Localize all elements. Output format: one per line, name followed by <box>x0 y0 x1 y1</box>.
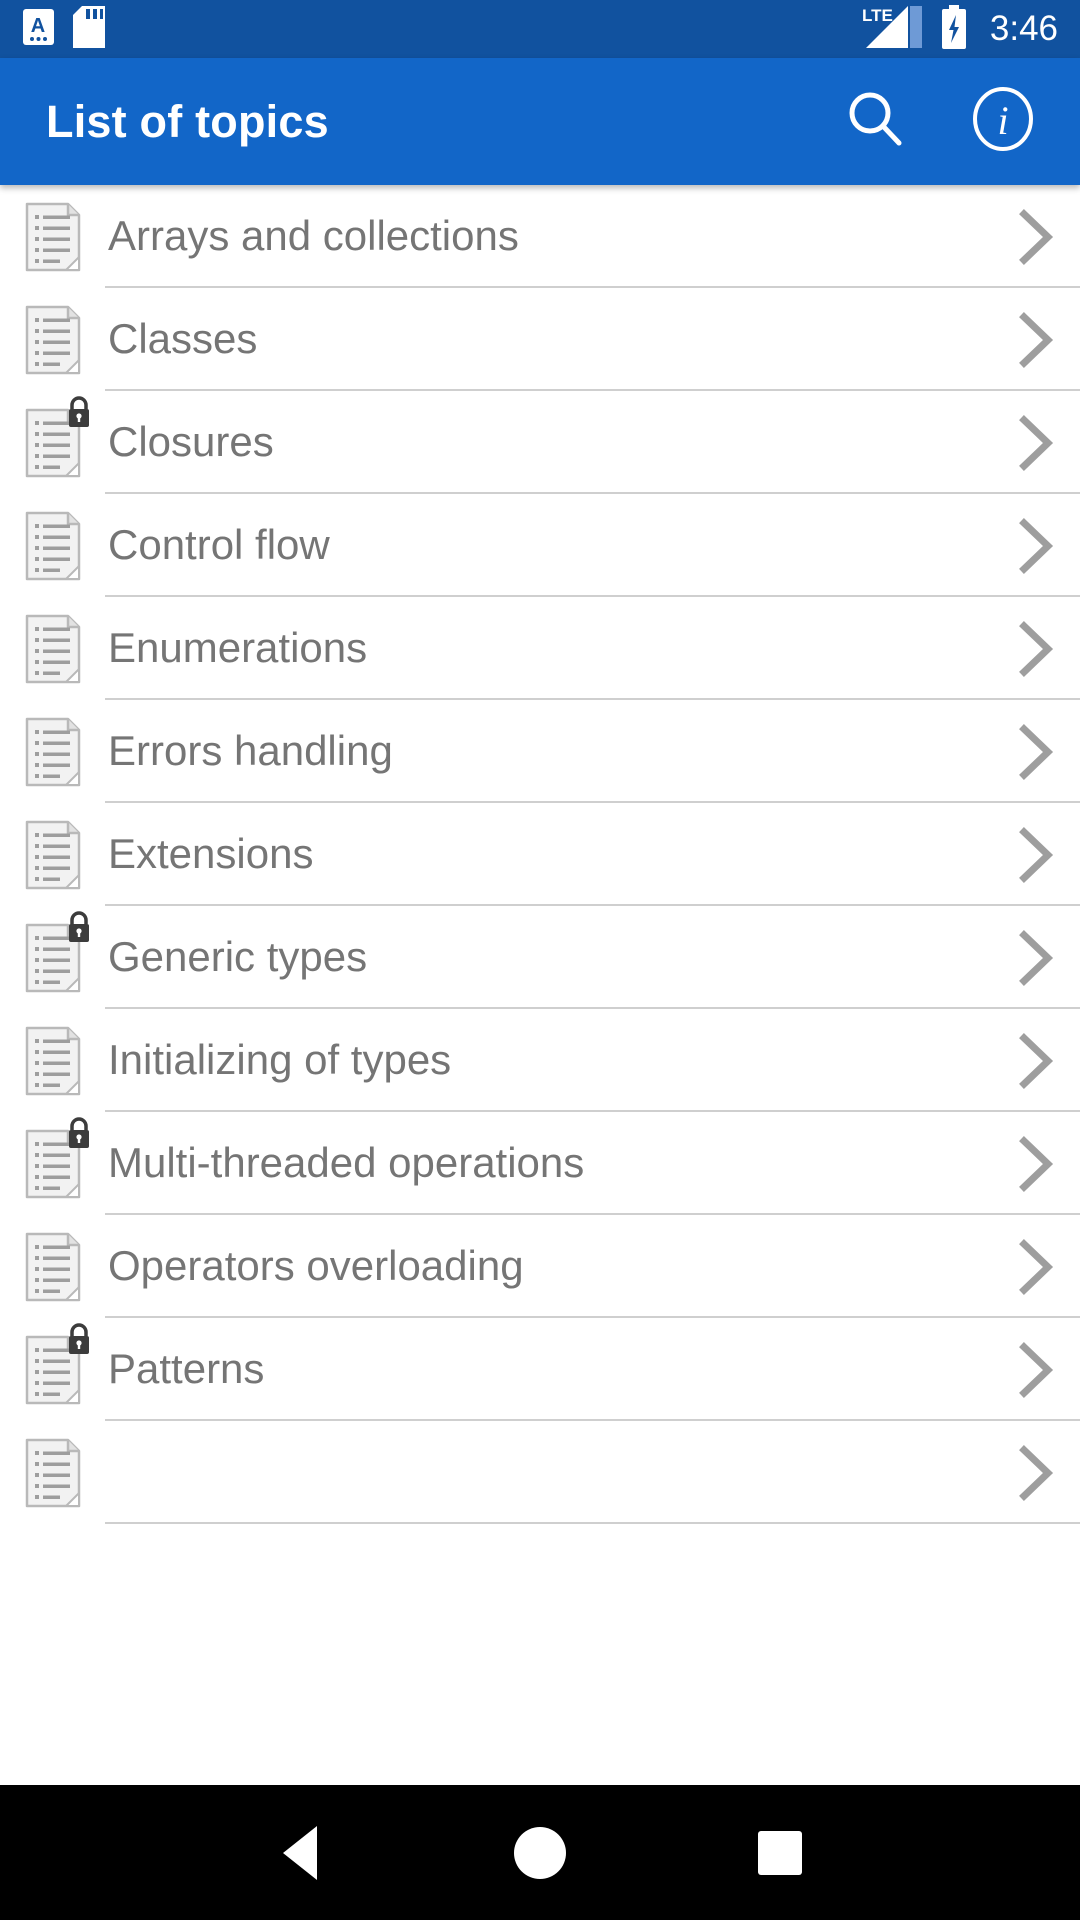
list-divider <box>105 1522 1080 1524</box>
search-button[interactable] <box>842 89 908 155</box>
list-item[interactable]: Errors handling <box>0 700 1080 803</box>
lock-icon <box>64 1116 94 1150</box>
status-bar-left-icons: A <box>22 5 105 53</box>
search-icon <box>844 88 906 155</box>
list-item[interactable]: Arrays and collections <box>0 185 1080 288</box>
list-item[interactable]: Operators overloading <box>0 1215 1080 1318</box>
sd-card-icon <box>73 5 105 53</box>
list-item[interactable]: Closures <box>0 391 1080 494</box>
chevron-right-icon <box>1014 929 1058 987</box>
home-circle-icon <box>514 1826 566 1879</box>
chevron-right-icon <box>1014 1032 1058 1090</box>
chevron-right-icon <box>1014 826 1058 884</box>
chevron-right-icon <box>1014 1238 1058 1296</box>
list-item-label: Errors handling <box>108 727 393 775</box>
recents-square-icon <box>758 1830 802 1875</box>
list-item[interactable]: Classes <box>0 288 1080 391</box>
phone-screen: A LTE 3:46 List of topics i Arrays and c… <box>0 0 1080 1920</box>
document-icon <box>24 395 89 479</box>
list-item[interactable] <box>0 1421 1080 1524</box>
list-item-label: Enumerations <box>108 624 368 672</box>
document-icon <box>24 716 82 788</box>
svg-text:A: A <box>31 15 45 37</box>
document-icon <box>24 613 82 685</box>
chevron-right-icon <box>1014 620 1058 678</box>
list-item-label: Control flow <box>108 521 330 569</box>
list-item[interactable]: Generic types <box>0 906 1080 1009</box>
list-item[interactable]: Patterns <box>0 1318 1080 1421</box>
status-bar: A LTE 3:46 <box>0 0 1080 58</box>
list-item-label: Multi-threaded operations <box>108 1139 585 1187</box>
input-method-a-icon: A <box>22 8 55 51</box>
document-icon <box>24 1231 82 1303</box>
chevron-right-icon <box>1014 1444 1058 1502</box>
list-item-label: Closures <box>108 418 274 466</box>
chevron-right-icon <box>1014 208 1058 266</box>
document-icon <box>24 1322 89 1406</box>
list-item-label: Arrays and collections <box>108 212 519 260</box>
battery-charging-icon <box>940 4 968 54</box>
document-icon <box>24 1025 82 1097</box>
list-item[interactable]: Control flow <box>0 494 1080 597</box>
info-circle-icon: i <box>970 86 1036 157</box>
list-item-label: Extensions <box>108 830 314 878</box>
lock-icon <box>64 1322 94 1356</box>
status-bar-right-icons: LTE 3:46 <box>860 0 1058 58</box>
chevron-right-icon <box>1014 311 1058 369</box>
lte-signal-icon: LTE <box>860 4 926 55</box>
status-bar-clock: 3:46 <box>989 9 1058 48</box>
nav-back-button[interactable] <box>180 1785 420 1920</box>
document-icon <box>24 201 82 273</box>
svg-text:LTE: LTE <box>862 6 893 25</box>
nav-recents-button[interactable] <box>660 1785 900 1920</box>
chevron-right-icon <box>1014 1135 1058 1193</box>
chevron-right-icon <box>1014 414 1058 472</box>
lock-icon <box>64 910 94 944</box>
svg-text:i: i <box>997 98 1008 143</box>
document-icon <box>24 819 82 891</box>
document-icon <box>24 304 82 376</box>
app-bar-actions: i <box>842 86 1036 157</box>
document-icon <box>24 1437 82 1509</box>
info-button[interactable]: i <box>970 86 1036 157</box>
nav-home-button[interactable] <box>420 1785 660 1920</box>
list-item[interactable]: Extensions <box>0 803 1080 906</box>
list-item[interactable]: Initializing of types <box>0 1009 1080 1112</box>
back-triangle-icon <box>283 1825 317 1880</box>
list-item[interactable]: Enumerations <box>0 597 1080 700</box>
chevron-right-icon <box>1014 1341 1058 1399</box>
list-item-label: Initializing of types <box>108 1036 452 1084</box>
list-item-label: Generic types <box>108 933 368 981</box>
chevron-right-icon <box>1014 517 1058 575</box>
document-icon <box>24 910 89 994</box>
list-item-label: Patterns <box>108 1345 265 1393</box>
chevron-right-icon <box>1014 723 1058 781</box>
list-item[interactable]: Multi-threaded operations <box>0 1112 1080 1215</box>
document-icon <box>24 1116 89 1200</box>
document-icon <box>24 510 82 582</box>
android-navigation-bar <box>0 1785 1080 1920</box>
lock-icon <box>64 395 94 429</box>
list-item-label: Classes <box>108 315 258 363</box>
app-bar: List of topics i <box>0 58 1080 185</box>
topic-list[interactable]: Arrays and collections Classes Closures Con… <box>0 185 1080 1785</box>
page-title: List of topics <box>46 95 329 147</box>
list-item-label: Operators overloading <box>108 1242 524 1290</box>
